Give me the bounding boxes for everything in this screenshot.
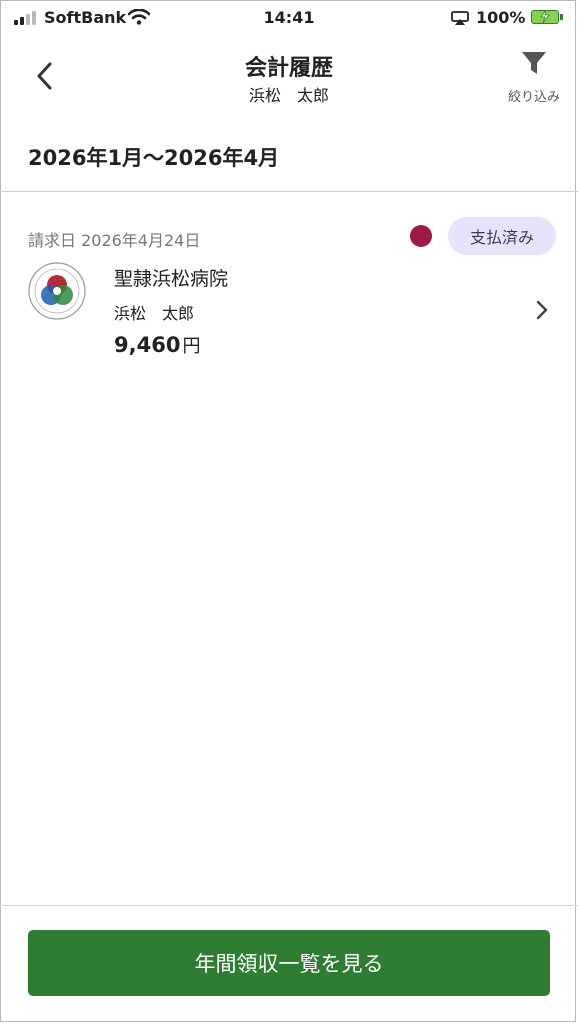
airplay-icon <box>451 11 469 25</box>
chevron-right-icon <box>536 300 548 320</box>
annual-receipts-button[interactable]: 年間領収一覧を見る <box>28 930 550 996</box>
currency-unit: 円 <box>182 336 201 357</box>
hospital-name: 聖隷浜松病院 <box>114 268 229 290</box>
status-badge: 支払済み <box>448 217 556 255</box>
status-bar: SoftBank 14:41 100% <box>0 0 578 36</box>
filter-icon <box>522 52 546 74</box>
divider <box>0 191 578 192</box>
amount-value: 9,460 <box>114 333 181 357</box>
page-title: 会計履歴 <box>244 56 333 81</box>
period-heading: 2026年1月～2026年4月 <box>28 146 280 170</box>
page-subtitle: 浜松 太郎 <box>248 86 329 105</box>
billing-date: 請求日 2026年4月24日 <box>28 231 201 250</box>
hospital-logo-icon <box>28 262 86 320</box>
header: 会計履歴 浜松 太郎 絞り込み <box>0 36 578 126</box>
filter-button[interactable]: 絞り込み <box>502 50 566 105</box>
amount: 9,460 円 <box>114 332 200 358</box>
filter-label: 絞り込み <box>507 90 560 105</box>
patient-name: 浜松 太郎 <box>114 304 195 323</box>
status-dot <box>410 225 432 247</box>
record-list-item[interactable]: 請求日 2026年4月24日 支払済み 聖隷浜松病院 浜松 太郎 9,460 円 <box>0 200 578 370</box>
battery-icon <box>531 10 563 24</box>
footer-divider <box>0 905 578 906</box>
charging-bolt-icon <box>540 10 550 23</box>
battery-percent: 100% <box>476 8 526 27</box>
